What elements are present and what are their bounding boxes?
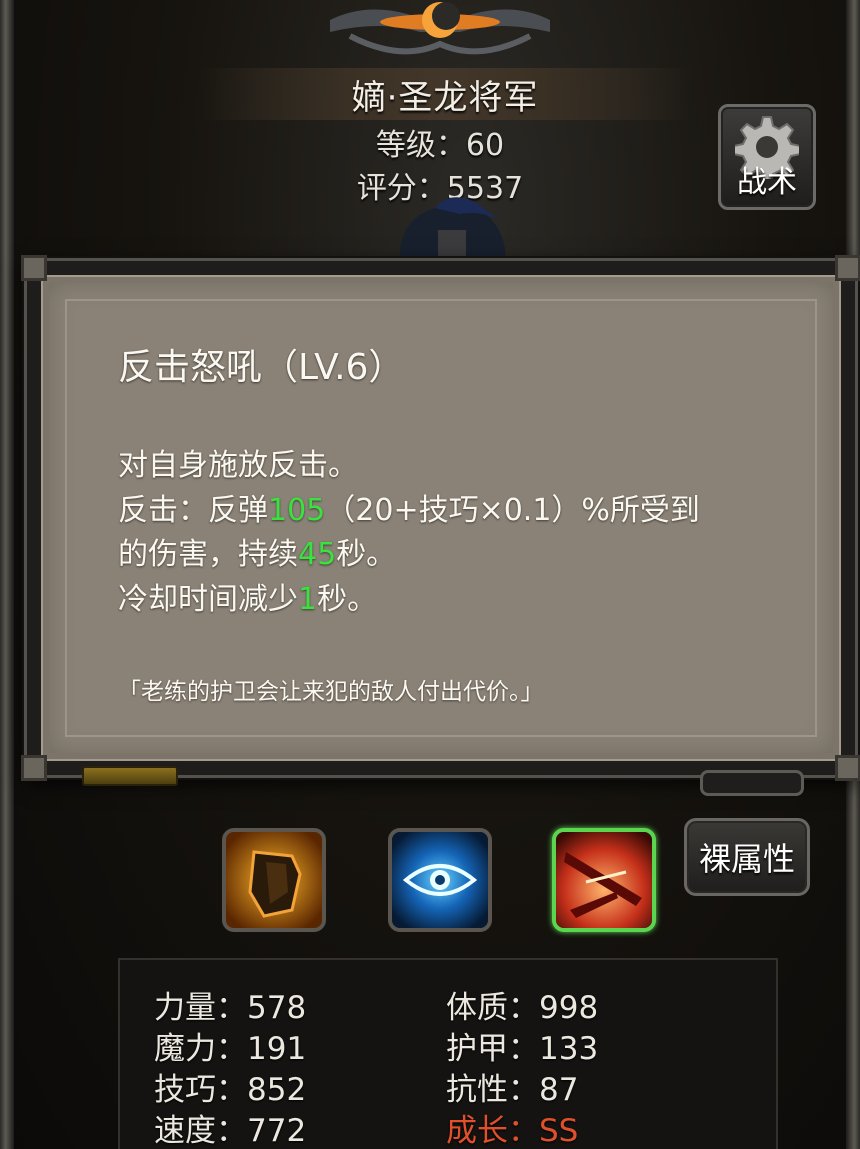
naked-stats-label: 裸属性 [698,840,795,878]
desc-text: 秒。 [317,581,378,617]
skill-slot-3[interactable] [552,828,656,932]
desc-text: 秒。 [336,537,397,572]
shield-icon [226,832,322,928]
hidden-button-right[interactable] [700,770,804,796]
stat-skill: 技巧：852 [154,1072,307,1108]
corner-ornament [21,255,47,281]
flavor-quote: 「老练的护卫会让来犯的敌人付出代价。」 [118,679,544,705]
stat-resistance: 抗性：87 [446,1072,579,1108]
cooldown-value: 1 [298,581,318,617]
desc-line-4: 冷却时间减少1秒。 [118,578,778,623]
desc-line-1: 对自身施放反击。 [118,448,358,483]
skill-description: 对自身施放反击。 反击：反弹105（20+技巧×0.1）%所受到 的伤害，持续4… [118,444,778,622]
character-name: 嫡·圣龙将军 [351,77,539,118]
desc-text: （20+技巧×0.1）%所受到 [325,492,700,528]
skill-title: 反击怒吼（LV.6） [118,347,405,388]
stat-strength: 力量：578 [154,990,307,1026]
name-banner: 嫡·圣龙将军 [200,68,690,120]
hidden-button-left[interactable] [82,766,178,786]
desc-line-3: 的伤害，持续45秒。 [118,533,778,578]
crest-ornament [330,2,550,55]
slash-icon [556,832,652,928]
corner-ornament [21,755,47,781]
skill-slot-2[interactable] [388,828,492,932]
skill-slot-1[interactable] [222,828,326,932]
corner-ornament [835,755,860,781]
desc-text: 的伤害，持续 [118,537,298,572]
stats-panel: 力量：578 魔力：191 技巧：852 速度：772 体质：998 护甲：13… [118,958,778,1149]
tactic-label: 战术 [737,165,797,200]
desc-text: 冷却时间减少 [118,581,298,617]
stat-speed: 速度：772 [154,1113,307,1149]
naked-stats-button[interactable]: 裸属性 [684,818,810,896]
stat-magic: 魔力：191 [154,1031,307,1067]
tactic-button[interactable]: 战术 [718,104,816,210]
stat-armor: 护甲：133 [446,1031,599,1067]
stat-growth: 成长：SS [446,1113,579,1149]
desc-line-2: 反击：反弹105（20+技巧×0.1）%所受到 [118,489,778,534]
duration-value: 45 [298,537,337,572]
eye-icon [392,832,488,928]
corner-ornament [835,255,860,281]
desc-text: 反击：反弹 [118,492,268,528]
reflect-value: 105 [268,492,326,528]
stat-constitution: 体质：998 [446,990,599,1026]
